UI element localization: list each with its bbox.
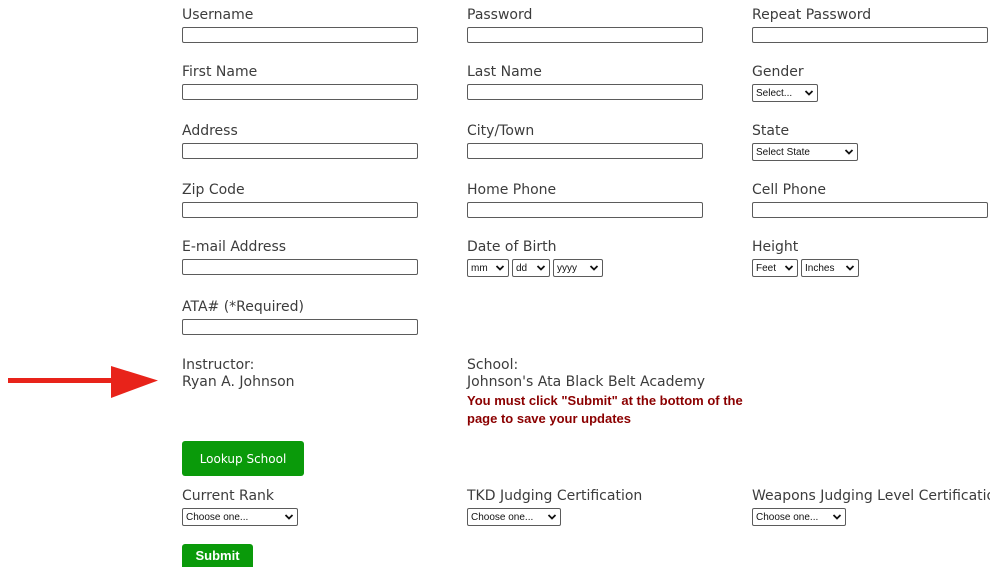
address-label: Address bbox=[182, 123, 238, 139]
submit-button-label: Submit bbox=[195, 548, 240, 563]
tkd-judging-select[interactable]: Choose one... bbox=[467, 508, 561, 526]
zip-input[interactable] bbox=[182, 202, 418, 218]
username-input[interactable] bbox=[182, 27, 418, 43]
gender-select[interactable]: Select... bbox=[752, 84, 818, 102]
chevron-down-icon bbox=[536, 265, 546, 271]
address-field-group: Address bbox=[182, 123, 418, 159]
last-name-label: Last Name bbox=[467, 64, 542, 80]
username-field-group: Username bbox=[182, 7, 418, 43]
weapons-judging-field-group: Weapons Judging Level Certification Choo… bbox=[752, 488, 990, 526]
address-input[interactable] bbox=[182, 143, 418, 159]
repeat-password-label: Repeat Password bbox=[752, 7, 872, 23]
chevron-down-icon bbox=[844, 149, 854, 155]
current-rank-label: Current Rank bbox=[182, 488, 275, 504]
school-label: School: bbox=[467, 357, 519, 373]
height-inches-select[interactable]: Inches bbox=[801, 259, 859, 277]
state-select[interactable]: Select State bbox=[752, 143, 858, 161]
chevron-down-icon bbox=[845, 265, 855, 271]
zip-field-group: Zip Code bbox=[182, 182, 418, 218]
state-label: State bbox=[752, 123, 790, 139]
ata-field-group: ATA# (*Required) bbox=[182, 299, 418, 335]
current-rank-select-value: Choose one... bbox=[186, 511, 249, 523]
chevron-down-icon bbox=[832, 514, 842, 520]
state-select-value: Select State bbox=[756, 146, 810, 158]
weapons-judging-select[interactable]: Choose one... bbox=[752, 508, 846, 526]
ata-input[interactable] bbox=[182, 319, 418, 335]
repeat-password-input[interactable] bbox=[752, 27, 988, 43]
height-inches-value: Inches bbox=[805, 262, 835, 274]
zip-label: Zip Code bbox=[182, 182, 245, 198]
dob-day-value: dd bbox=[516, 262, 528, 274]
password-input[interactable] bbox=[467, 27, 703, 43]
current-rank-field-group: Current Rank Choose one... bbox=[182, 488, 301, 526]
first-name-input[interactable] bbox=[182, 84, 418, 100]
city-field-group: City/Town bbox=[467, 123, 703, 159]
repeat-password-field-group: Repeat Password bbox=[752, 7, 988, 43]
lookup-school-button[interactable]: Lookup School bbox=[182, 441, 304, 476]
home-phone-label: Home Phone bbox=[467, 182, 557, 198]
height-label: Height bbox=[752, 239, 799, 255]
instructor-info: Instructor: Ryan A. Johnson bbox=[182, 357, 295, 391]
cell-phone-field-group: Cell Phone bbox=[752, 182, 988, 218]
chevron-down-icon bbox=[547, 514, 557, 520]
weapons-judging-select-value: Choose one... bbox=[756, 511, 819, 523]
last-name-input[interactable] bbox=[467, 84, 703, 100]
username-label: Username bbox=[182, 7, 254, 23]
password-field-group: Password bbox=[467, 7, 703, 43]
cell-phone-input[interactable] bbox=[752, 202, 988, 218]
city-input[interactable] bbox=[467, 143, 703, 159]
submit-button[interactable]: Submit bbox=[182, 544, 253, 567]
arrow-right-icon bbox=[8, 366, 158, 398]
last-name-field-group: Last Name bbox=[467, 64, 703, 100]
height-feet-select[interactable]: Feet bbox=[752, 259, 798, 277]
chevron-down-icon bbox=[589, 265, 599, 271]
dob-year-value: yyyy bbox=[557, 262, 577, 274]
home-phone-field-group: Home Phone bbox=[467, 182, 703, 218]
chevron-down-icon bbox=[284, 514, 294, 520]
gender-field-group: Gender Select... bbox=[752, 64, 821, 102]
city-label: City/Town bbox=[467, 123, 535, 139]
school-name: Johnson's Ata Black Belt Academy bbox=[467, 374, 706, 390]
height-feet-value: Feet bbox=[756, 262, 777, 274]
school-info: School: Johnson's Ata Black Belt Academy… bbox=[467, 357, 767, 428]
email-input[interactable] bbox=[182, 259, 418, 275]
home-phone-input[interactable] bbox=[467, 202, 703, 218]
dob-month-value: mm bbox=[471, 262, 488, 274]
weapons-judging-label: Weapons Judging Level Certification bbox=[752, 488, 990, 504]
chevron-down-icon bbox=[804, 90, 814, 96]
height-field-group: Height Feet Inches bbox=[752, 239, 862, 277]
dob-month-select[interactable]: mm bbox=[467, 259, 509, 277]
gender-label: Gender bbox=[752, 64, 804, 80]
tkd-judging-label: TKD Judging Certification bbox=[467, 488, 643, 504]
save-warning-text: You must click "Submit" at the bottom of… bbox=[467, 393, 743, 426]
cell-phone-label: Cell Phone bbox=[752, 182, 826, 198]
dob-label: Date of Birth bbox=[467, 239, 557, 255]
lookup-school-button-label: Lookup School bbox=[199, 451, 287, 466]
first-name-field-group: First Name bbox=[182, 64, 418, 100]
ata-label: ATA# (*Required) bbox=[182, 299, 304, 315]
state-field-group: State Select State bbox=[752, 123, 861, 161]
email-field-group: E-mail Address bbox=[182, 239, 418, 275]
tkd-judging-select-value: Choose one... bbox=[471, 511, 534, 523]
email-label: E-mail Address bbox=[182, 239, 287, 255]
password-label: Password bbox=[467, 7, 533, 23]
chevron-down-icon bbox=[495, 265, 505, 271]
instructor-label: Instructor: bbox=[182, 357, 255, 373]
tkd-judging-field-group: TKD Judging Certification Choose one... bbox=[467, 488, 642, 526]
registration-form-page: Username Password Repeat Password First … bbox=[0, 0, 990, 567]
dob-field-group: Date of Birth mm dd yyyy bbox=[467, 239, 606, 277]
current-rank-select[interactable]: Choose one... bbox=[182, 508, 298, 526]
instructor-name: Ryan A. Johnson bbox=[182, 374, 295, 390]
gender-select-value: Select... bbox=[756, 87, 793, 99]
first-name-label: First Name bbox=[182, 64, 258, 80]
dob-year-select[interactable]: yyyy bbox=[553, 259, 603, 277]
dob-day-select[interactable]: dd bbox=[512, 259, 550, 277]
chevron-down-icon bbox=[784, 265, 794, 271]
